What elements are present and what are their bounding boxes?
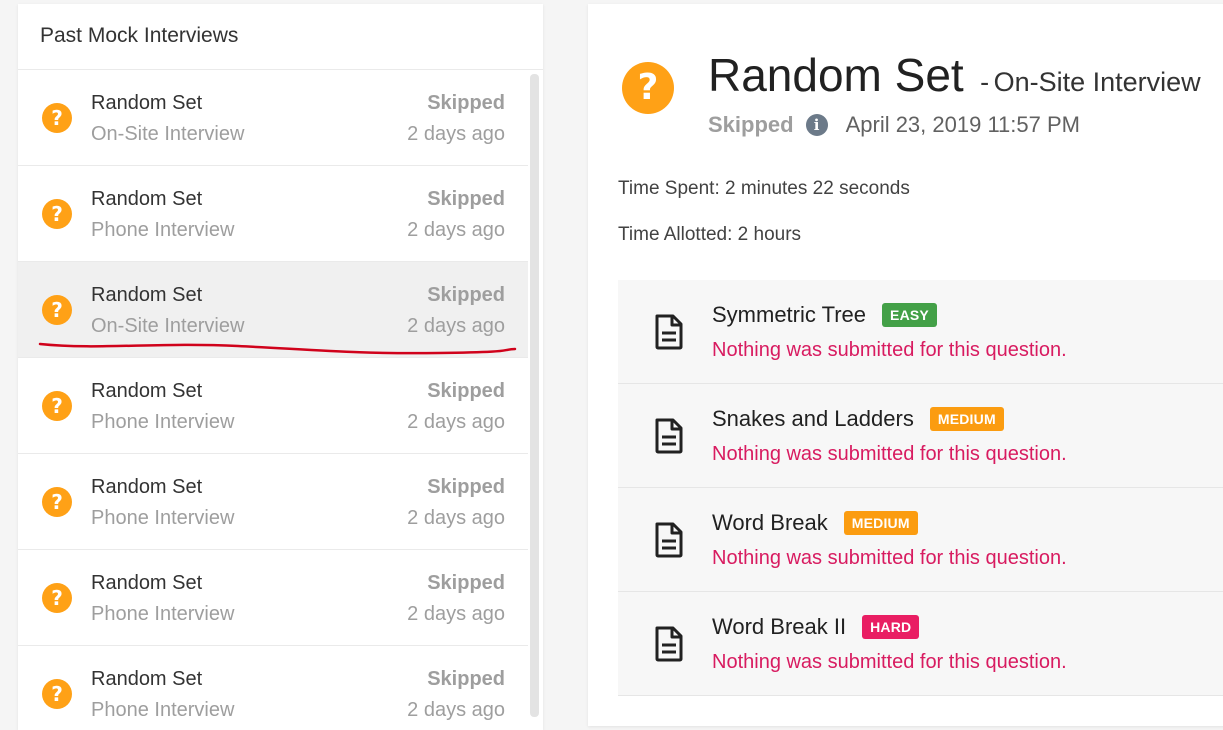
question-icon: ? [622,62,674,114]
item-time: 2 days ago [407,411,505,433]
item-time: 2 days ago [407,507,505,529]
question-title[interactable]: Snakes and Ladders [712,406,914,432]
question-title-line: Snakes and Ladders MEDIUM [712,406,1004,432]
item-title: Random Set [91,572,203,594]
detail-title-separator: - [980,67,990,97]
item-title: Random Set [91,668,203,690]
item-status: Skipped [427,572,505,594]
question-row[interactable]: Snakes and Ladders MEDIUM Nothing was su… [618,384,1223,488]
item-status: Skipped [427,92,505,114]
document-icon [655,314,683,350]
document-icon [655,626,683,662]
question-row[interactable]: Symmetric Tree EASY Nothing was submitte… [618,280,1223,384]
interview-list-item[interactable]: ? Random Set Phone Interview Skipped 2 d… [18,550,528,646]
question-row[interactable]: Word Break II HARD Nothing was submitted… [618,592,1223,696]
question-title-line: Word Break MEDIUM [712,510,918,536]
question-title[interactable]: Word Break II [712,614,846,640]
time-spent: Time Spent: 2 minutes 22 seconds [618,178,910,199]
submission-message: Nothing was submitted for this question. [712,651,1067,673]
item-subtitle: Phone Interview [91,699,235,721]
item-status: Skipped [427,668,505,690]
detail-title-subtitle: On-Site Interview [993,67,1201,97]
item-time: 2 days ago [407,123,505,145]
item-subtitle: Phone Interview [91,507,235,529]
item-title: Random Set [91,188,203,210]
item-subtitle: On-Site Interview [91,315,245,337]
difficulty-badge: MEDIUM [929,407,1004,431]
item-title: Random Set [91,380,203,402]
interview-list-item[interactable]: ? Random Set Phone Interview Skipped 2 d… [18,166,528,262]
detail-title-main: Random Set [708,49,964,101]
item-subtitle: On-Site Interview [91,123,245,145]
item-time: 2 days ago [407,603,505,625]
item-status: Skipped [427,476,505,498]
question-icon: ? [42,103,72,133]
interview-list-item[interactable]: ? Random Set Phone Interview Skipped 2 d… [18,358,528,454]
interview-list-item[interactable]: ? Random Set Phone Interview Skipped 2 d… [18,646,528,730]
list-scrollbar[interactable] [530,74,539,717]
info-icon[interactable]: i [805,114,828,136]
item-status: Skipped [427,284,505,306]
question-title[interactable]: Word Break [712,510,828,536]
question-icon: ? [42,199,72,229]
item-time: 2 days ago [407,699,505,721]
item-status: Skipped [427,188,505,210]
question-list: Symmetric Tree EASY Nothing was submitte… [618,280,1223,696]
question-icon: ? [42,391,72,421]
question-title-line: Symmetric Tree EASY [712,302,937,328]
document-icon [655,522,683,558]
item-time: 2 days ago [407,315,505,337]
panel-title: Past Mock Interviews [18,4,543,70]
item-subtitle: Phone Interview [91,603,235,625]
item-time: 2 days ago [407,219,505,241]
status-row: Skipped i April 23, 2019 11:57 PM [708,112,1080,138]
question-icon: ? [42,487,72,517]
interview-date: April 23, 2019 11:57 PM [845,112,1080,137]
question-icon: ? [42,679,72,709]
document-icon [655,418,683,454]
difficulty-badge: HARD [862,615,920,639]
submission-message: Nothing was submitted for this question. [712,443,1067,465]
interview-detail-panel: ? Random Set - On-Site Interview Skipped… [588,4,1223,726]
interview-list-item[interactable]: ? Random Set On-Site Interview Skipped 2… [18,70,528,166]
question-row[interactable]: Word Break MEDIUM Nothing was submitted … [618,488,1223,592]
difficulty-badge: MEDIUM [843,511,918,535]
submission-message: Nothing was submitted for this question. [712,339,1067,361]
status-label: Skipped [708,112,794,137]
time-allotted: Time Allotted: 2 hours [618,224,802,245]
question-icon: ? [42,583,72,613]
detail-title: Random Set - On-Site Interview [708,48,1201,102]
item-title: Random Set [91,476,203,498]
question-icon: ? [42,295,72,325]
question-title-line: Word Break II HARD [712,614,920,640]
item-title: Random Set [91,284,203,306]
item-title: Random Set [91,92,203,114]
interview-list-item[interactable]: ? Random Set Phone Interview Skipped 2 d… [18,454,528,550]
question-title[interactable]: Symmetric Tree [712,302,866,328]
past-interviews-panel: Past Mock Interviews ? Random Set On-Sit… [18,4,543,730]
interview-list: ? Random Set On-Site Interview Skipped 2… [18,70,543,730]
difficulty-badge: EASY [882,303,937,327]
item-subtitle: Phone Interview [91,219,235,241]
submission-message: Nothing was submitted for this question. [712,547,1067,569]
red-underline-annotation [38,342,517,355]
item-subtitle: Phone Interview [91,411,235,433]
item-status: Skipped [427,380,505,402]
